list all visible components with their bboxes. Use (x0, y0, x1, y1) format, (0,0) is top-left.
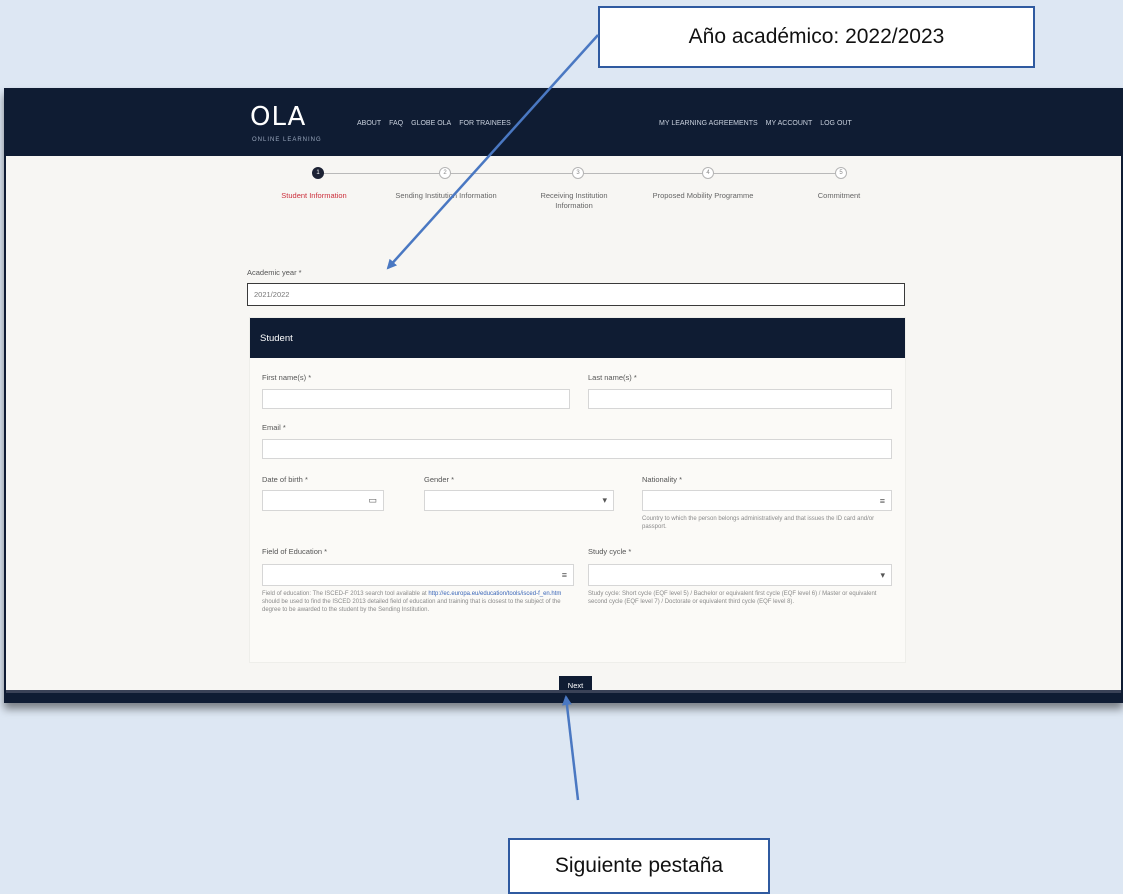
arrow-to-academic-year (386, 34, 599, 270)
arrow-to-next-button (561, 695, 580, 801)
annotation-arrows (386, 34, 599, 801)
